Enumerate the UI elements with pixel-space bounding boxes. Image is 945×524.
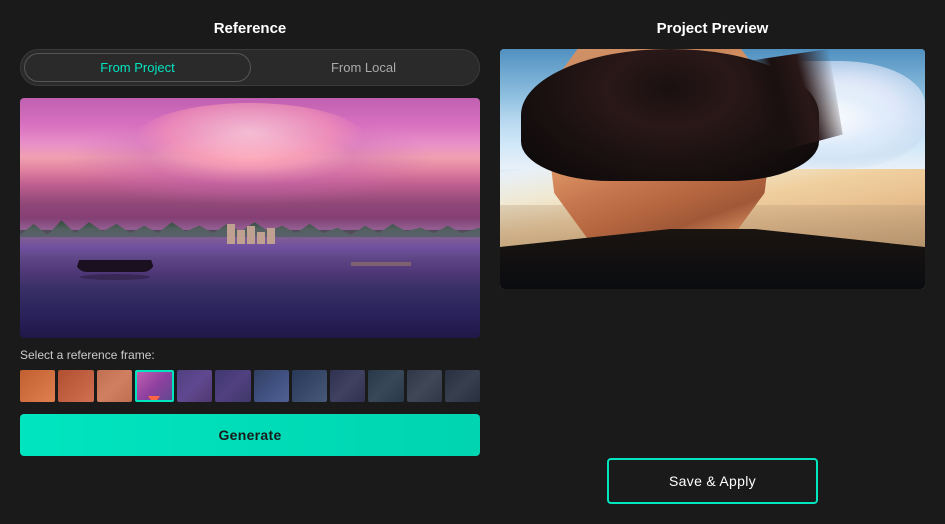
filmstrip-thumb-10[interactable] [368,370,403,402]
filmstrip-thumb-11[interactable] [407,370,442,402]
filmstrip-thumb-2[interactable] [58,370,93,402]
thumb-inner-9 [330,370,365,402]
building [247,226,255,244]
filmstrip-thumb-1[interactable] [20,370,55,402]
frame-marker-up [148,370,160,372]
cloud-bright [135,103,365,175]
frame-marker [148,396,160,402]
boat [75,260,155,278]
water-layer [20,237,480,338]
tab-from-local[interactable]: From Local [251,53,476,82]
boat-reflection [80,274,150,280]
project-preview-panel: Project Preview Save & Apply [500,20,925,504]
preview-image-container [500,49,925,289]
generate-button[interactable]: Generate [20,414,480,456]
building [237,230,245,244]
lake-scene-image [20,98,480,338]
select-frame-label: Select a reference frame: [20,348,480,362]
reference-image-container [20,98,480,338]
thumb-inner-3 [97,370,132,402]
tab-from-project[interactable]: From Project [24,53,251,82]
filmstrip-thumb-3[interactable] [97,370,132,402]
thumb-inner-2 [58,370,93,402]
thumb-inner-7 [254,370,289,402]
filmstrip-thumb-7[interactable] [254,370,289,402]
thumb-inner-8 [292,370,327,402]
project-preview-title: Project Preview [500,20,925,37]
dock-area [351,262,411,266]
save-apply-button[interactable]: Save & Apply [607,458,818,504]
reference-panel: Reference From Project From Local [20,20,480,504]
thumb-inner-12 [445,370,480,402]
thumb-inner-11 [407,370,442,402]
filmstrip-thumb-8[interactable] [292,370,327,402]
filmstrip-thumb-12[interactable] [445,370,480,402]
tab-switcher: From Project From Local [20,49,480,86]
filmstrip [20,370,480,402]
filmstrip-thumb-4[interactable] [135,370,174,402]
thumb-inner-5 [177,370,212,402]
thumb-inner-6 [215,370,250,402]
building [267,228,275,244]
reference-title: Reference [20,20,480,37]
filmstrip-thumb-5[interactable] [177,370,212,402]
filmstrip-thumb-6[interactable] [215,370,250,402]
buildings [227,225,388,244]
action-buttons-row: Save & Apply [500,458,925,504]
thumb-inner-10 [368,370,403,402]
boat-body [75,260,155,272]
portrait-scene [500,49,925,289]
filmstrip-thumb-9[interactable] [330,370,365,402]
building [257,232,265,244]
thumb-inner-1 [20,370,55,402]
building [227,224,235,244]
